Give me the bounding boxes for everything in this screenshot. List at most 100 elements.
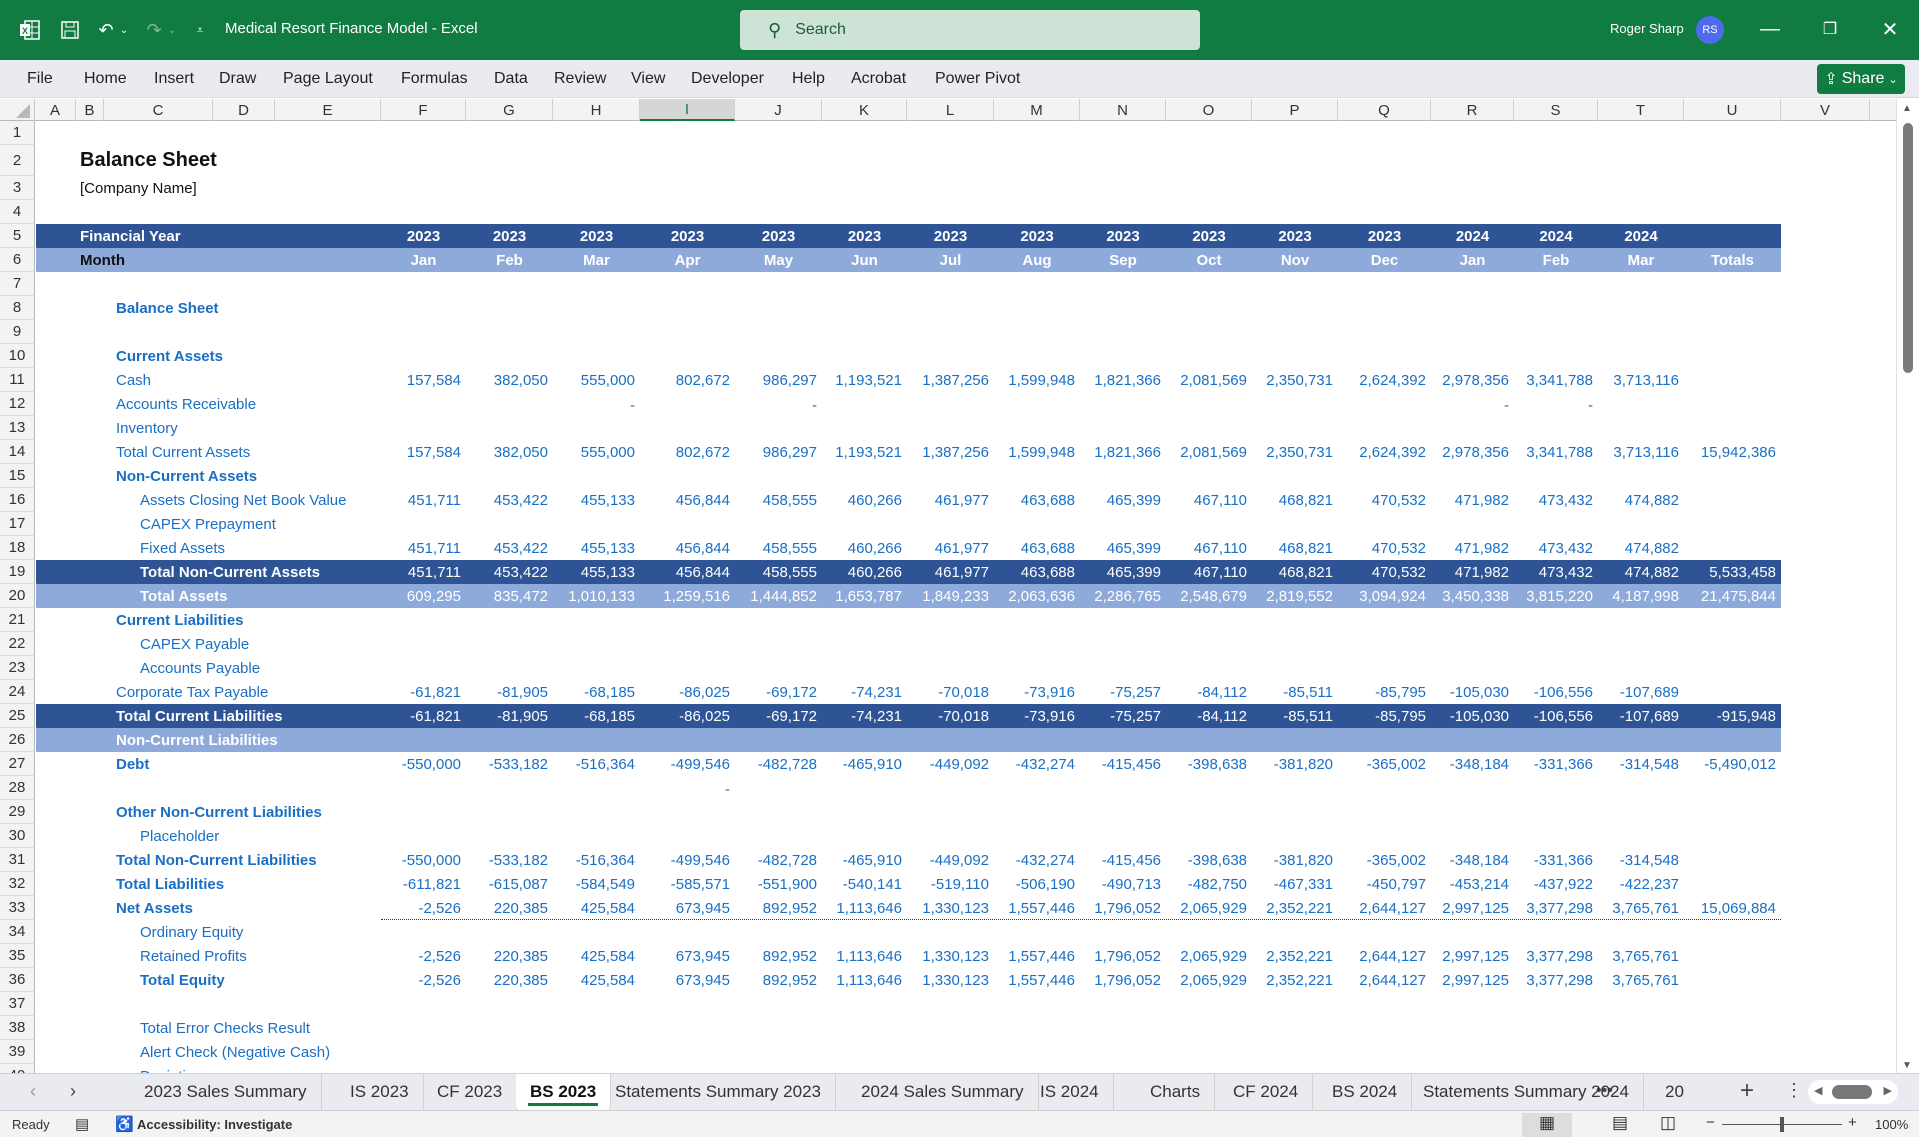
value-cell[interactable]: 1,821,366 bbox=[1080, 368, 1166, 392]
value-cell[interactable]: 382,050 bbox=[466, 368, 553, 392]
value-cell[interactable]: 451,711 bbox=[381, 560, 466, 584]
value-cell[interactable]: 468,821 bbox=[1252, 488, 1338, 512]
row-label[interactable]: Deviation bbox=[140, 1064, 410, 1074]
dash-cell[interactable]: - bbox=[640, 776, 735, 800]
value-cell[interactable]: 2,997,125 bbox=[1431, 896, 1514, 920]
value-cell[interactable]: -61,821 bbox=[381, 680, 466, 704]
add-sheet-icon[interactable]: + bbox=[1740, 1077, 1754, 1105]
value-cell[interactable]: 1,330,123 bbox=[907, 896, 994, 920]
value-cell[interactable]: 467,110 bbox=[1166, 536, 1252, 560]
sheet-tab[interactable]: CF 2023 bbox=[423, 1074, 518, 1110]
value-cell[interactable]: 15,942,386 bbox=[1684, 440, 1781, 464]
value-cell[interactable]: -499,546 bbox=[640, 752, 735, 776]
column-header-d[interactable]: D bbox=[213, 99, 275, 121]
month-header[interactable]: Jan bbox=[1431, 248, 1514, 272]
month-header[interactable]: Mar bbox=[553, 248, 640, 272]
value-cell[interactable]: -611,821 bbox=[381, 872, 466, 896]
row-label[interactable]: Assets Closing Net Book Value bbox=[140, 488, 410, 512]
value-cell[interactable]: -482,750 bbox=[1166, 872, 1252, 896]
value-cell[interactable]: -85,511 bbox=[1252, 704, 1338, 728]
value-cell[interactable]: -86,025 bbox=[640, 704, 735, 728]
scroll-left-icon[interactable]: ◀ bbox=[1814, 1084, 1822, 1097]
row-label[interactable]: Total Liabilities bbox=[116, 872, 386, 896]
month-header[interactable]: Sep bbox=[1080, 248, 1166, 272]
row-label[interactable]: Non-Current Liabilities bbox=[116, 728, 386, 752]
value-cell[interactable]: -482,728 bbox=[735, 752, 822, 776]
value-cell[interactable]: 470,532 bbox=[1338, 560, 1431, 584]
year-header[interactable]: 2023 bbox=[1080, 224, 1166, 248]
value-cell[interactable]: -453,214 bbox=[1431, 872, 1514, 896]
value-cell[interactable]: 470,532 bbox=[1338, 536, 1431, 560]
row-header[interactable]: 18 bbox=[0, 536, 35, 560]
value-cell[interactable]: 474,882 bbox=[1598, 488, 1684, 512]
zoom-out-icon[interactable]: − bbox=[1706, 1114, 1715, 1131]
month-header[interactable]: Nov bbox=[1252, 248, 1338, 272]
value-cell[interactable]: -398,638 bbox=[1166, 848, 1252, 872]
row-header[interactable]: 16 bbox=[0, 488, 35, 512]
value-cell[interactable]: 2,978,356 bbox=[1431, 440, 1514, 464]
value-cell[interactable]: 220,385 bbox=[466, 944, 553, 968]
menu-data[interactable]: Data bbox=[494, 70, 528, 88]
value-cell[interactable]: 3,765,761 bbox=[1598, 944, 1684, 968]
value-cell[interactable]: 453,422 bbox=[466, 488, 553, 512]
value-cell[interactable]: 2,352,221 bbox=[1252, 896, 1338, 920]
restore-icon[interactable]: ❐ bbox=[1815, 14, 1845, 44]
value-cell[interactable]: -533,182 bbox=[466, 848, 553, 872]
sheet-tab[interactable]: 20 bbox=[1657, 1074, 1687, 1110]
page-break-view-icon[interactable]: ◫ bbox=[1660, 1113, 1676, 1133]
row-header[interactable]: 29 bbox=[0, 800, 35, 824]
row-header[interactable]: 33 bbox=[0, 896, 35, 920]
row-label[interactable]: Placeholder bbox=[140, 824, 410, 848]
value-cell[interactable]: 471,982 bbox=[1431, 488, 1514, 512]
value-cell[interactable]: 15,069,884 bbox=[1684, 896, 1781, 920]
value-cell[interactable]: -85,795 bbox=[1338, 704, 1431, 728]
value-cell[interactable]: -437,922 bbox=[1514, 872, 1598, 896]
menu-help[interactable]: Help bbox=[792, 70, 825, 88]
month-header[interactable]: Totals bbox=[1684, 248, 1781, 272]
row-header[interactable]: 40 bbox=[0, 1064, 35, 1073]
value-cell[interactable]: -398,638 bbox=[1166, 752, 1252, 776]
value-cell[interactable]: 4,187,998 bbox=[1598, 584, 1684, 608]
row-label[interactable]: Total Current Liabilities bbox=[116, 704, 386, 728]
year-header[interactable]: 2023 bbox=[1166, 224, 1252, 248]
value-cell[interactable]: 3,713,116 bbox=[1598, 368, 1684, 392]
value-cell[interactable]: 471,982 bbox=[1431, 536, 1514, 560]
value-cell[interactable]: 3,377,298 bbox=[1514, 968, 1598, 992]
company-name[interactable]: [Company Name] bbox=[80, 176, 380, 200]
menu-power-pivot[interactable]: Power Pivot bbox=[935, 70, 1020, 88]
value-cell[interactable]: -2,526 bbox=[381, 944, 466, 968]
value-cell[interactable]: 474,882 bbox=[1598, 536, 1684, 560]
month-header[interactable]: Oct bbox=[1166, 248, 1252, 272]
value-cell[interactable]: 471,982 bbox=[1431, 560, 1514, 584]
column-header-i[interactable]: I bbox=[640, 99, 735, 121]
menu-page-layout[interactable]: Page Layout bbox=[283, 70, 373, 88]
column-header-e[interactable]: E bbox=[275, 99, 381, 121]
value-cell[interactable]: 2,063,636 bbox=[994, 584, 1080, 608]
value-cell[interactable]: 2,352,221 bbox=[1252, 944, 1338, 968]
row-label[interactable]: Balance Sheet bbox=[116, 296, 386, 320]
row-label[interactable]: Fixed Assets bbox=[140, 536, 410, 560]
row-label[interactable]: CAPEX Payable bbox=[140, 632, 410, 656]
value-cell[interactable]: 1,599,948 bbox=[994, 440, 1080, 464]
value-cell[interactable]: 2,350,731 bbox=[1252, 440, 1338, 464]
row-header[interactable]: 25 bbox=[0, 704, 35, 728]
spreadsheet-grid[interactable]: 1 2 Balance Sheet 3 [Company Name] 4 5 Financia… bbox=[0, 121, 1896, 1073]
value-cell[interactable]: -314,548 bbox=[1598, 752, 1684, 776]
zoom-slider[interactable] bbox=[1722, 1117, 1842, 1132]
row-header[interactable]: 32 bbox=[0, 872, 35, 896]
value-cell[interactable]: -105,030 bbox=[1431, 680, 1514, 704]
menu-view[interactable]: View bbox=[631, 70, 665, 88]
value-cell[interactable]: 451,711 bbox=[381, 536, 466, 560]
value-cell[interactable]: -106,556 bbox=[1514, 680, 1598, 704]
menu-developer[interactable]: Developer bbox=[691, 70, 764, 88]
column-header-f[interactable]: F bbox=[381, 99, 466, 121]
column-header-v[interactable]: V bbox=[1781, 99, 1870, 121]
row-header[interactable]: 23 bbox=[0, 656, 35, 680]
value-cell[interactable]: 673,945 bbox=[640, 896, 735, 920]
value-cell[interactable]: 461,977 bbox=[907, 488, 994, 512]
value-cell[interactable]: -314,548 bbox=[1598, 848, 1684, 872]
hscroll-thumb[interactable] bbox=[1832, 1085, 1872, 1099]
value-cell[interactable]: 455,133 bbox=[553, 488, 640, 512]
value-cell[interactable]: 460,266 bbox=[822, 560, 907, 584]
sheet-tab[interactable]: Statements Summary 2023 bbox=[601, 1074, 836, 1110]
